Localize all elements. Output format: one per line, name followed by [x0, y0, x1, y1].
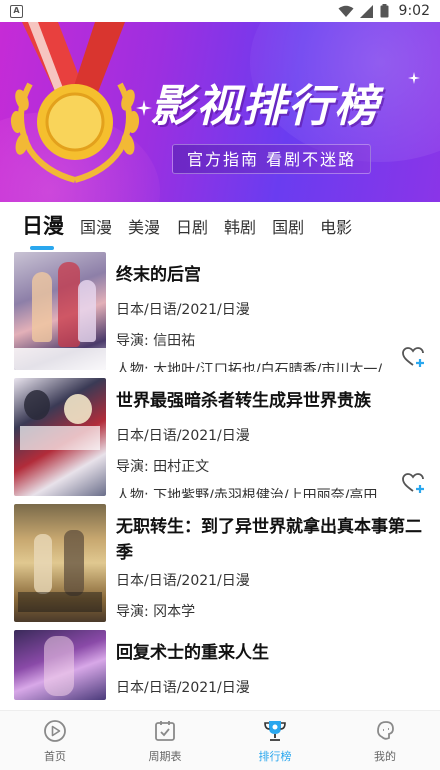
item-info: 日本/日语/2021/日漫: [116, 680, 250, 696]
item-info: 日本/日语/2021/日漫: [116, 428, 250, 444]
tab-meiman[interactable]: 美漫: [120, 214, 168, 252]
nav-home-label: 首页: [44, 749, 66, 763]
item-title[interactable]: 回复术士的重来人生: [116, 640, 428, 666]
calendar-check-icon: [155, 720, 175, 741]
trophy-icon: [264, 720, 286, 741]
item-info: 日本/日语/2021/日漫: [116, 302, 250, 318]
play-circle-icon: [44, 719, 66, 742]
item-title[interactable]: 终末的后宫: [116, 262, 428, 288]
heart-plus-icon[interactable]: [402, 472, 426, 494]
tab-hanju[interactable]: 韩剧: [216, 214, 264, 252]
tab-guoman[interactable]: 国漫: [72, 214, 120, 252]
item-title[interactable]: 世界最强暗杀者转生成异世界贵族: [116, 388, 428, 414]
list-item[interactable]: 回复术士的重来人生 日本/日语/2021/日漫: [0, 630, 440, 710]
battery-icon: [380, 4, 389, 18]
poster-image[interactable]: [14, 252, 106, 370]
item-director: 导演: 田村正文: [116, 459, 210, 475]
banner-title: 影视排行榜: [150, 81, 380, 132]
nav-ranking-label: 排行榜: [258, 749, 292, 763]
nav-schedule-label: 周期表: [148, 749, 182, 763]
signal-icon: [359, 4, 373, 18]
category-tabs: 日漫 国漫 美漫 日剧 韩剧 国剧 电影: [0, 202, 440, 252]
gold-medal-icon: [10, 22, 140, 183]
nav-schedule[interactable]: 周期表: [110, 711, 220, 770]
poster-image[interactable]: [14, 504, 106, 622]
bottom-navigation: 首页 周期表 排行榜 我的: [0, 710, 440, 770]
nav-profile[interactable]: 我的: [330, 711, 440, 770]
item-cast: 人物: 大地叶/江口拓也/白石晴香/市川太一/: [116, 362, 383, 372]
clock-time: 9:02: [398, 3, 430, 19]
nav-ranking[interactable]: 排行榜: [220, 711, 330, 770]
item-director: 导演: 冈本学: [116, 604, 196, 620]
item-info: 日本/日语/2021/日漫: [116, 573, 250, 589]
list-item[interactable]: 终末的后宫 日本/日语/2021/日漫 导演: 信田祐 人物: 大地叶/江口拓也…: [0, 252, 440, 378]
poster-image[interactable]: [14, 378, 106, 496]
item-cast: 人物: 下地紫野/赤羽根健治/上田丽奈/高田: [116, 488, 378, 498]
tab-movie[interactable]: 电影: [312, 214, 360, 252]
status-bar: A 9:02: [0, 0, 440, 22]
heart-plus-icon[interactable]: [402, 346, 426, 368]
ranking-banner: 影视排行榜 官方指南 看剧不迷路: [0, 22, 440, 202]
nav-profile-label: 我的: [374, 749, 396, 763]
profile-icon: [377, 720, 394, 740]
poster-image[interactable]: [14, 630, 106, 700]
wifi-icon: [338, 5, 354, 17]
banner-subtitle: 官方指南 看剧不迷路: [172, 144, 372, 174]
tab-rimanga[interactable]: 日漫: [22, 210, 72, 252]
nav-home[interactable]: 首页: [0, 711, 110, 770]
tab-riju[interactable]: 日剧: [168, 214, 216, 252]
app-notification-icon: A: [10, 4, 23, 18]
item-title[interactable]: 无职转生：到了异世界就拿出真本事第二季: [116, 514, 428, 566]
item-director: 导演: 信田祐: [116, 333, 196, 349]
sparkle-icon: [408, 72, 420, 84]
ranking-list: 终末的后宫 日本/日语/2021/日漫 导演: 信田祐 人物: 大地叶/江口拓也…: [0, 252, 440, 710]
list-item[interactable]: 世界最强暗杀者转生成异世界贵族 日本/日语/2021/日漫 导演: 田村正文 人…: [0, 378, 440, 504]
list-item[interactable]: 无职转生：到了异世界就拿出真本事第二季 日本/日语/2021/日漫 导演: 冈本…: [0, 504, 440, 630]
tab-guoju[interactable]: 国剧: [264, 214, 312, 252]
